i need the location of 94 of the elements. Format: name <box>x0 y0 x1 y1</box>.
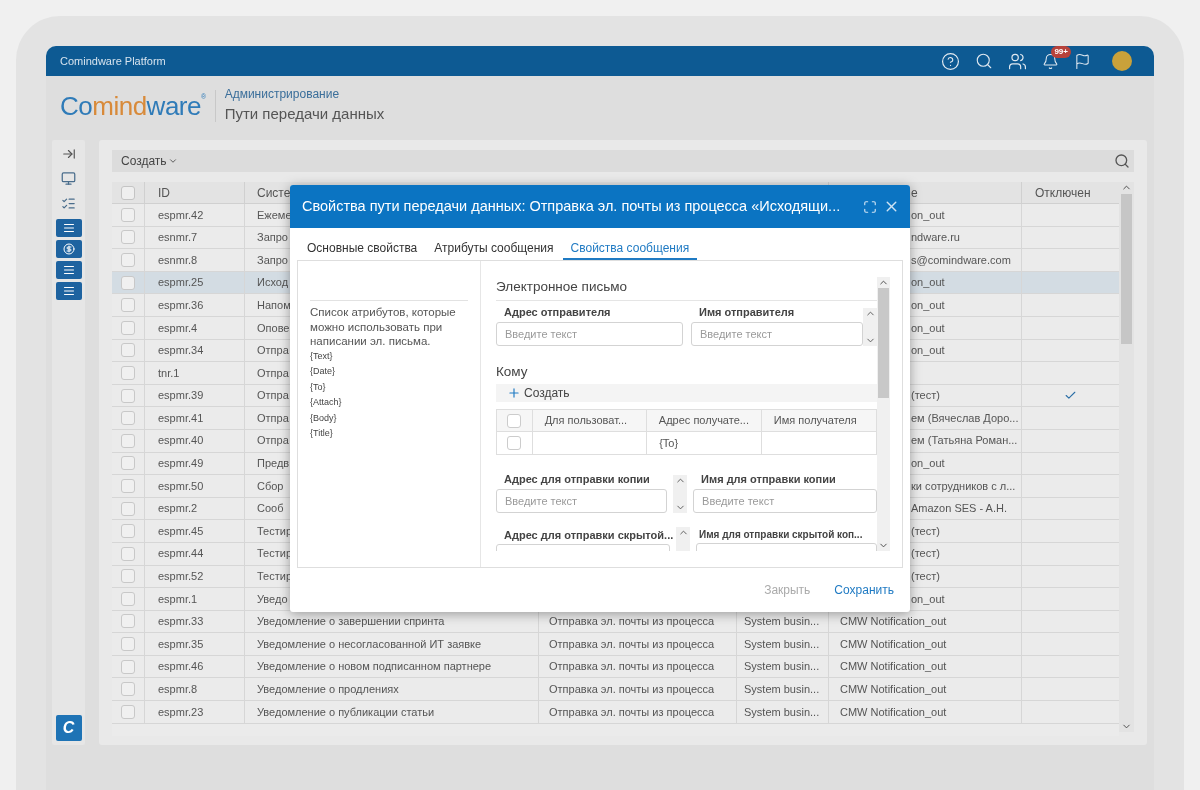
table-cell-text: on_out <box>911 456 945 472</box>
table-cell-text: espmr.39 <box>158 388 204 404</box>
table-cell-text: System busin... <box>744 659 820 675</box>
section-heading: Электронное письмо <box>496 278 628 296</box>
table-cell-text: espmr.4 <box>158 320 198 336</box>
field-label: Адрес для отправки копии <box>503 472 651 487</box>
table-cell-text: on_out <box>911 343 945 359</box>
attribute-token: {Attach} <box>310 396 343 409</box>
table-cell-text: (тест) <box>911 569 940 585</box>
table-cell-text: espmr.36 <box>158 297 204 313</box>
table-cell-text: CMW Notification_out <box>840 682 947 697</box>
table-cell-text: (тест) <box>911 523 940 539</box>
field-label: Имя отправителя <box>698 305 796 321</box>
section-heading: Кому <box>496 362 529 381</box>
table-cell-text: on_out <box>911 591 945 607</box>
table-cell-text: Отправка эл. почты из процесса <box>549 704 715 720</box>
dialog-title: Свойства пути передачи данных: Отправка эл. почты из процесса «Исходящи... <box>302 196 841 216</box>
table-cell-text: espmr.44 <box>158 546 204 562</box>
table-cell-text: on_out <box>911 297 945 313</box>
table-cell-text: System busin... <box>744 614 820 630</box>
app-title: Comindware Platform <box>60 53 166 69</box>
table-cell-text: espmr.34 <box>158 343 204 359</box>
table-cell-text: ем (Вячеслав Доро... <box>911 410 1019 426</box>
table-cell-text: Уведомление о несогласованной ИТ заявке <box>257 636 482 652</box>
table-cell-text: espmr.46 <box>158 659 204 675</box>
table-cell-text: (тест) <box>911 546 940 562</box>
table-cell-text: espmr.45 <box>158 523 204 539</box>
table-cell-text: espmr.50 <box>158 478 204 494</box>
table-cell-text: Опове <box>257 320 290 336</box>
table-cell-text: System busin... <box>744 682 820 697</box>
table-cell-text: Уведомление о продлениях <box>257 682 399 697</box>
table-cell-text: System busin... <box>744 636 820 652</box>
table-cell-text: Отправка эл. почты из процесса <box>549 614 715 630</box>
table-cell-text: on_out <box>911 275 945 291</box>
table-cell-text: Уведо <box>257 591 288 607</box>
table-cell-text: ем (Татьяна Роман... <box>911 433 1018 449</box>
table-cell-text: Запро <box>257 252 288 268</box>
table-cell-text: s@comindware.com <box>911 252 1011 268</box>
table-cell-text: Отправка эл. почты из процесса <box>549 636 715 652</box>
table-cell-text: Ежеме <box>257 207 292 223</box>
table-cell-text: Сбор <box>257 478 284 494</box>
table-cell-text: CMW Notification_out <box>840 659 947 675</box>
table-cell-text: Отправка эл. почты из процесса <box>549 682 715 697</box>
table-cell-text: Предв <box>257 456 290 472</box>
table-cell-text: Отпра <box>257 343 289 359</box>
table-cell-text: Отпра <box>257 433 289 449</box>
attribute-token: {Date} <box>310 365 337 378</box>
table-cell-text: espmr.2 <box>158 501 198 517</box>
table-cell-text: CMW Notification_out <box>840 704 947 720</box>
table-cell-text: tnr.1 <box>158 365 180 381</box>
attribute-token: {To} <box>310 380 327 394</box>
field-label: Имя для отправки скрытой коп... <box>698 527 864 542</box>
attribute-token: {Text} <box>310 349 334 363</box>
field-label: Имя для отправки копии <box>700 472 837 487</box>
table-cell-text: Напом <box>257 297 291 313</box>
table-cell-text: Запро <box>257 230 288 246</box>
table-cell-text: Amazon SES - A.H. <box>911 501 1007 517</box>
table-cell-text: Уведомление о публикации статьи <box>257 704 435 720</box>
table-cell-text: esnmr.7 <box>158 230 198 246</box>
table-cell-text: esnmr.8 <box>158 252 198 268</box>
notification-badge: 99+ <box>1051 46 1071 58</box>
table-cell-text: (тест) <box>911 388 940 404</box>
table-cell-text: CMW Notification_out <box>840 636 947 652</box>
page-title: Пути передачи данных <box>224 104 385 125</box>
table-cell-text: Исход <box>257 275 289 291</box>
table-cell-text: espmr.41 <box>158 410 204 426</box>
table-cell-text: ndware.ru <box>911 230 960 246</box>
table-cell-text: Отпра <box>257 410 289 426</box>
table-cell-text: CMW Notification_out <box>840 614 947 630</box>
table-cell-text: espmr.33 <box>158 614 204 630</box>
table-cell-text: espmr.40 <box>158 433 204 449</box>
table-cell-text: espmr.52 <box>158 569 204 585</box>
table-cell-text: espmr.49 <box>158 456 204 472</box>
table-cell-text: ки сотрудников с л... <box>911 478 1016 494</box>
table-cell-text: espmr.35 <box>158 636 204 652</box>
table-cell-text: on_out <box>911 320 945 336</box>
table-cell-text: espmr.23 <box>158 704 204 720</box>
table-cell-text: System busin... <box>744 704 820 720</box>
attribute-token: {Title} <box>310 427 334 440</box>
table-cell-text: espmr.8 <box>158 682 198 697</box>
table-cell-text: Отпра <box>257 365 289 381</box>
field-label: Адрес отправителя <box>503 305 612 321</box>
table-cell-text: espmr.25 <box>158 275 204 291</box>
table-cell-text: Отправка эл. почты из процесса <box>549 659 715 675</box>
table-cell-text: espmr.42 <box>158 207 204 223</box>
table-cell-text: Сооб <box>257 501 284 517</box>
hint-text: Список атрибутов, которые можно использовать при написании эл. письма. <box>310 305 457 349</box>
table-cell-text: {To} <box>659 435 679 451</box>
table-cell-text: Отпра <box>257 388 289 404</box>
table-cell-text: Уведомление о новом подписанном партнере <box>257 659 492 675</box>
table-cell-text: Уведомление о завершении спринта <box>257 614 445 630</box>
table-cell-text: on_out <box>911 207 945 223</box>
attribute-token: {Body} <box>310 411 338 425</box>
table-cell-text: espmr.1 <box>158 591 198 607</box>
